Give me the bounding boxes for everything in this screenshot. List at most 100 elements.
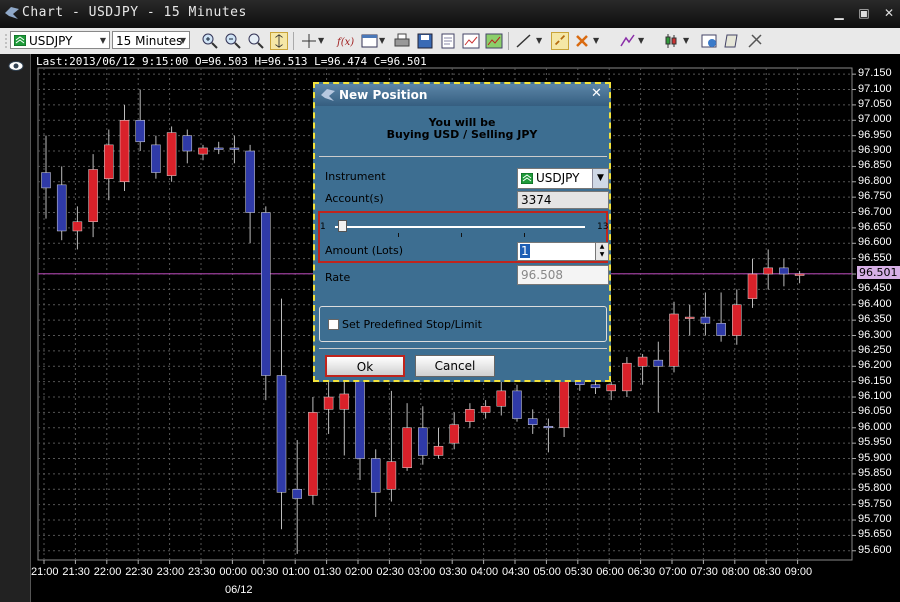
y-tick-label: 96.700 <box>858 205 892 218</box>
y-tick-label: 96.650 <box>858 220 892 233</box>
x-tick-label: 07:30 <box>690 566 718 578</box>
chevron-down-icon[interactable]: ▼ <box>592 169 608 188</box>
x-tick-label: 02:30 <box>376 566 404 578</box>
x-tick-label: 06:00 <box>596 566 624 578</box>
x-tick-label: 23:00 <box>156 566 185 578</box>
x-tick-label: 09:00 <box>784 566 813 578</box>
candle-body <box>339 393 350 410</box>
account-label: Account(s) <box>325 192 384 205</box>
x-tick-label: 08:00 <box>721 566 750 578</box>
candle-body <box>732 304 742 336</box>
stop-limit-checkbox[interactable] <box>328 319 339 330</box>
x-tick-label: 22:00 <box>93 566 122 578</box>
y-tick-label: 96.200 <box>858 359 892 372</box>
account-field: 3374 <box>517 191 609 209</box>
rate-label: Rate <box>325 271 351 284</box>
x-tick-label: 21:30 <box>62 566 90 578</box>
x-tick-label: 06:30 <box>627 566 656 578</box>
dialog-title: New Position <box>339 88 428 102</box>
candle-body <box>166 132 177 176</box>
x-tick-label: 08:30 <box>753 566 781 578</box>
date-label: 06/12 <box>225 584 253 596</box>
x-tick-label: 04:30 <box>502 566 530 578</box>
y-tick-label: 95.700 <box>858 513 892 526</box>
app-logo-icon <box>321 89 335 101</box>
candle-body <box>465 409 475 422</box>
candle-body <box>684 316 695 319</box>
amount-input[interactable]: 1 ▲ ▼ <box>517 242 609 261</box>
current-price-tag: 96.501 <box>857 266 900 279</box>
instrument-select[interactable]: USDJPY ▼ <box>517 168 609 189</box>
x-tick-label: 01:00 <box>282 566 310 578</box>
y-tick-label: 97.000 <box>858 113 892 126</box>
y-tick-label: 96.300 <box>858 328 892 341</box>
slider-max-label: 13 <box>597 222 609 232</box>
candle-body <box>779 267 789 275</box>
candle-body <box>229 147 240 150</box>
candle-body <box>370 458 381 493</box>
y-tick-label: 96.950 <box>858 128 892 141</box>
y-tick-label: 96.050 <box>858 405 892 418</box>
candle-body <box>496 390 507 407</box>
y-tick-label: 95.800 <box>858 482 892 495</box>
candle-body <box>418 427 428 456</box>
candle-body <box>527 418 538 425</box>
rate-field: 96.508 <box>517 265 609 285</box>
candle-body <box>135 120 145 143</box>
candle-body <box>308 412 318 496</box>
candle-body <box>747 273 758 299</box>
dialog-close-icon[interactable]: ✕ <box>591 87 603 101</box>
x-tick-label: 23:30 <box>188 566 216 578</box>
candle-body <box>794 273 805 276</box>
y-tick-label: 96.800 <box>858 174 892 187</box>
candle-body <box>449 424 459 444</box>
slider-tick <box>398 233 399 237</box>
y-tick-label: 97.150 <box>858 67 892 80</box>
cancel-button[interactable]: Cancel <box>415 355 495 377</box>
y-tick-label: 96.600 <box>858 236 892 249</box>
y-tick-label: 96.250 <box>858 343 892 356</box>
x-tick-label: 02:00 <box>345 566 373 578</box>
amount-label: Amount (Lots) <box>325 244 404 257</box>
slider-tick <box>461 233 462 237</box>
amount-spinner[interactable]: ▲ ▼ <box>595 243 608 260</box>
divider <box>319 156 607 157</box>
slider-min-label: 1 <box>320 222 326 232</box>
candle-body <box>512 390 522 419</box>
candle-body <box>543 425 554 429</box>
ok-button[interactable]: Ok <box>325 355 405 377</box>
candle-body <box>653 359 664 367</box>
new-position-dialog: New Position ✕ You will be Buying USD / … <box>313 82 611 382</box>
amount-slider-track[interactable] <box>335 226 585 228</box>
candle-body <box>245 150 255 213</box>
candle-body <box>292 489 302 499</box>
dialog-titlebar: New Position ✕ <box>315 84 609 106</box>
candle-body <box>637 356 648 367</box>
candle-body <box>323 396 334 410</box>
instrument-value: USDJPY <box>536 171 580 185</box>
y-tick-label: 96.150 <box>858 374 892 387</box>
candle-body <box>182 135 193 152</box>
amount-slider-thumb[interactable] <box>338 220 347 232</box>
candle-body <box>355 375 365 459</box>
candle-body <box>41 172 51 189</box>
x-tick-label: 04:00 <box>470 566 499 578</box>
rate-value: 96.508 <box>521 268 563 282</box>
x-tick-label: 00:00 <box>219 566 247 578</box>
candle-body <box>763 267 773 275</box>
x-tick-label: 05:30 <box>564 566 593 578</box>
y-tick-label: 95.850 <box>858 466 892 479</box>
y-tick-label: 96.450 <box>858 282 892 295</box>
x-tick-label: 01:30 <box>313 566 342 578</box>
candle-body <box>213 147 224 150</box>
candle-body <box>119 120 130 183</box>
y-tick-label: 96.900 <box>858 144 892 157</box>
y-tick-label: 96.100 <box>858 390 892 403</box>
x-tick-label: 00:30 <box>250 566 279 578</box>
y-tick-label: 96.750 <box>858 190 892 203</box>
candle-body <box>402 427 412 468</box>
amount-value: 1 <box>520 244 530 258</box>
y-tick-label: 96.550 <box>858 251 892 264</box>
candle-body <box>72 221 83 232</box>
y-tick-label: 95.650 <box>858 528 892 541</box>
